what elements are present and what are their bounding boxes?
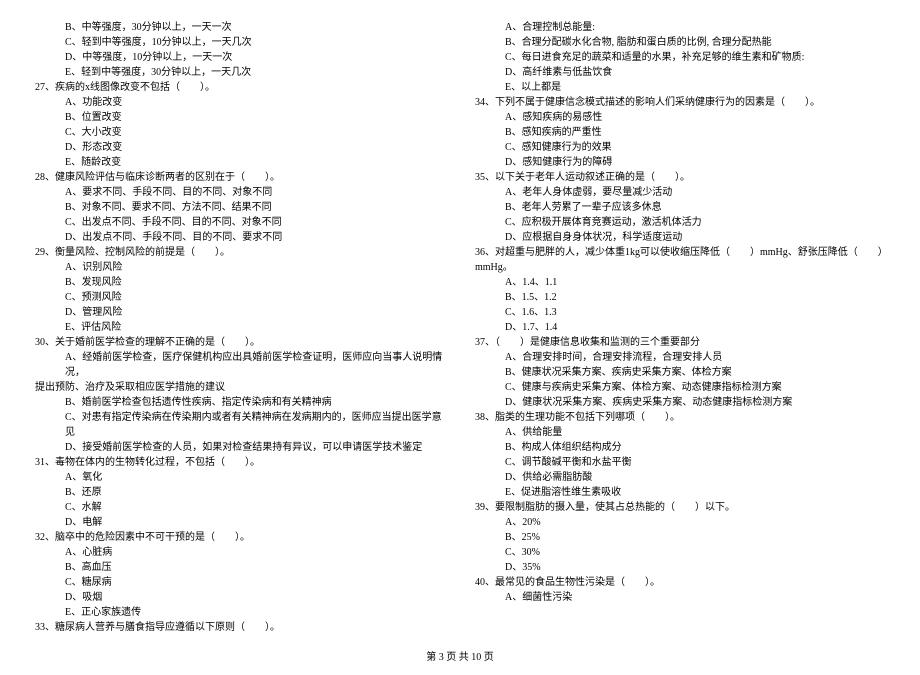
- option-35a: A、老年人身体虚弱，要尽量减少活动: [475, 185, 885, 200]
- question-37: 37、（ ）是健康信息收集和监测的三个重要部分: [475, 335, 885, 350]
- question-38: 38、脂类的生理功能不包括下列哪项（ ）。: [475, 410, 885, 425]
- option-27c: C、大小改变: [35, 125, 445, 140]
- page-container: B、中等强度，30分钟以上，一天一次 C、轻到中等强度，10分钟以上，一天几次 …: [35, 20, 885, 635]
- option-33b: B、合理分配碳水化合物, 脂肪和蛋白质的比例, 合理分配热能: [475, 35, 885, 50]
- option-29a: A、识别风险: [35, 260, 445, 275]
- question-32: 32、脑卒中的危险因素中不可干预的是（ ）。: [35, 530, 445, 545]
- option-32b: B、高血压: [35, 560, 445, 575]
- option-34d: D、感知健康行为的障碍: [475, 155, 885, 170]
- question-28: 28、健康风险评估与临床诊断两者的区别在于（ ）。: [35, 170, 445, 185]
- option-30b: B、婚前医学检查包括遗传性疾病、指定传染病和有关精神病: [35, 395, 445, 410]
- option-32a: A、心脏病: [35, 545, 445, 560]
- option-31a: A、氧化: [35, 470, 445, 485]
- option-33a: A、合理控制总能量:: [475, 20, 885, 35]
- option-37c: C、健康与疾病史采集方案、体检方案、动态健康指标检测方案: [475, 380, 885, 395]
- left-column: B、中等强度，30分钟以上，一天一次 C、轻到中等强度，10分钟以上，一天几次 …: [35, 20, 445, 635]
- option-39d: D、35%: [475, 560, 885, 575]
- option-36b: B、1.5、1.2: [475, 290, 885, 305]
- option-28d: D、出发点不同、手段不同、目的不同、要求不同: [35, 230, 445, 245]
- option-28b: B、对象不同、要求不同、方法不同、结果不同: [35, 200, 445, 215]
- question-33: 33、糖尿病人营养与膳食指导应遵循以下原则（ ）。: [35, 620, 445, 635]
- option-34b: B、感知疾病的严重性: [475, 125, 885, 140]
- option-26b: B、中等强度，30分钟以上，一天一次: [35, 20, 445, 35]
- option-37d: D、健康状况采集方案、疾病史采集方案、动态健康指标检测方案: [475, 395, 885, 410]
- option-29d: D、管理风险: [35, 305, 445, 320]
- option-27d: D、形态改变: [35, 140, 445, 155]
- page-footer: 第 3 页 共 10 页: [35, 650, 885, 665]
- question-35: 35、以下关于老年人运动叙述正确的是（ ）。: [475, 170, 885, 185]
- question-36: 36、对超重与肥胖的人，减少体重1kg可以使收缩压降低（ ）mmHg、舒张压降低…: [475, 245, 885, 275]
- option-30a: A、经婚前医学检查，医疗保健机构应出具婚前医学检查证明，医师应向当事人说明情况，: [35, 350, 445, 380]
- option-29b: B、发现风险: [35, 275, 445, 290]
- option-34a: A、感知疾病的易感性: [475, 110, 885, 125]
- option-34c: C、感知健康行为的效果: [475, 140, 885, 155]
- option-33e: E、以上都是: [475, 80, 885, 95]
- option-27a: A、功能改变: [35, 95, 445, 110]
- option-35c: C、应积极开展体育竞赛运动，激活机体活力: [475, 215, 885, 230]
- option-31c: C、水解: [35, 500, 445, 515]
- option-28a: A、要求不同、手段不同、目的不同、对象不同: [35, 185, 445, 200]
- question-30: 30、关于婚前医学检查的理解不正确的是（ ）。: [35, 335, 445, 350]
- option-33d: D、高纤维素与低盐饮食: [475, 65, 885, 80]
- option-26d: D、中等强度，10分钟以上，一天一次: [35, 50, 445, 65]
- option-38a: A、供给能量: [475, 425, 885, 440]
- option-37b: B、健康状况采集方案、疾病史采集方案、体检方案: [475, 365, 885, 380]
- option-28c: C、出发点不同、手段不同、目的不同、对象不同: [35, 215, 445, 230]
- option-32e: E、正心家族遗传: [35, 605, 445, 620]
- option-39b: B、25%: [475, 530, 885, 545]
- option-29e: E、评估风险: [35, 320, 445, 335]
- option-39a: A、20%: [475, 515, 885, 530]
- option-30d: D、接受婚前医学检查的人员，如果对检查结果持有异议，可以申请医学技术鉴定: [35, 440, 445, 455]
- option-39c: C、30%: [475, 545, 885, 560]
- option-26e: E、轻到中等强度，30分钟以上，一天几次: [35, 65, 445, 80]
- right-column: A、合理控制总能量: B、合理分配碳水化合物, 脂肪和蛋白质的比例, 合理分配热…: [475, 20, 885, 635]
- question-40: 40、最常见的食品生物性污染是（ ）。: [475, 575, 885, 590]
- option-38d: D、供给必需脂肪酸: [475, 470, 885, 485]
- option-29c: C、预测风险: [35, 290, 445, 305]
- option-38c: C、调节酸碱平衡和水盐平衡: [475, 455, 885, 470]
- question-27: 27、疾病的x线图像改变不包括（ ）。: [35, 80, 445, 95]
- option-33c: C、每日进食充足的蔬菜和适量的水果，补充足够的维生素和矿物质:: [475, 50, 885, 65]
- option-38e: E、促进脂溶性维生素吸收: [475, 485, 885, 500]
- option-27e: E、随龄改变: [35, 155, 445, 170]
- option-26c: C、轻到中等强度，10分钟以上，一天几次: [35, 35, 445, 50]
- question-39: 39、要限制脂肪的摄入量，使其占总热能的（ ）以下。: [475, 500, 885, 515]
- option-35d: D、应根据自身身体状况，科学适度运动: [475, 230, 885, 245]
- option-35b: B、老年人劳累了一辈子应该多休息: [475, 200, 885, 215]
- option-32c: C、糖尿病: [35, 575, 445, 590]
- question-34: 34、下列不属于健康信念模式描述的影响人们采纳健康行为的因素是（ ）。: [475, 95, 885, 110]
- option-31b: B、还原: [35, 485, 445, 500]
- option-36d: D、1.7、1.4: [475, 320, 885, 335]
- option-30a-continue: 提出预防、治疗及采取相应医学措施的建议: [35, 380, 445, 395]
- option-40a: A、细菌性污染: [475, 590, 885, 605]
- option-36a: A、1.4、1.1: [475, 275, 885, 290]
- option-38b: B、构成人体组织结构成分: [475, 440, 885, 455]
- option-31d: D、电解: [35, 515, 445, 530]
- question-29: 29、衡量风险、控制风险的前提是（ ）。: [35, 245, 445, 260]
- option-36c: C、1.6、1.3: [475, 305, 885, 320]
- question-31: 31、毒物在体内的生物转化过程，不包括（ ）。: [35, 455, 445, 470]
- option-32d: D、吸烟: [35, 590, 445, 605]
- option-30c: C、对患有指定传染病在传染期内或者有关精神病在发病期内的，医师应当提出医学意见: [35, 410, 445, 440]
- option-27b: B、位置改变: [35, 110, 445, 125]
- option-37a: A、合理安排时间，合理安排流程，合理安排人员: [475, 350, 885, 365]
